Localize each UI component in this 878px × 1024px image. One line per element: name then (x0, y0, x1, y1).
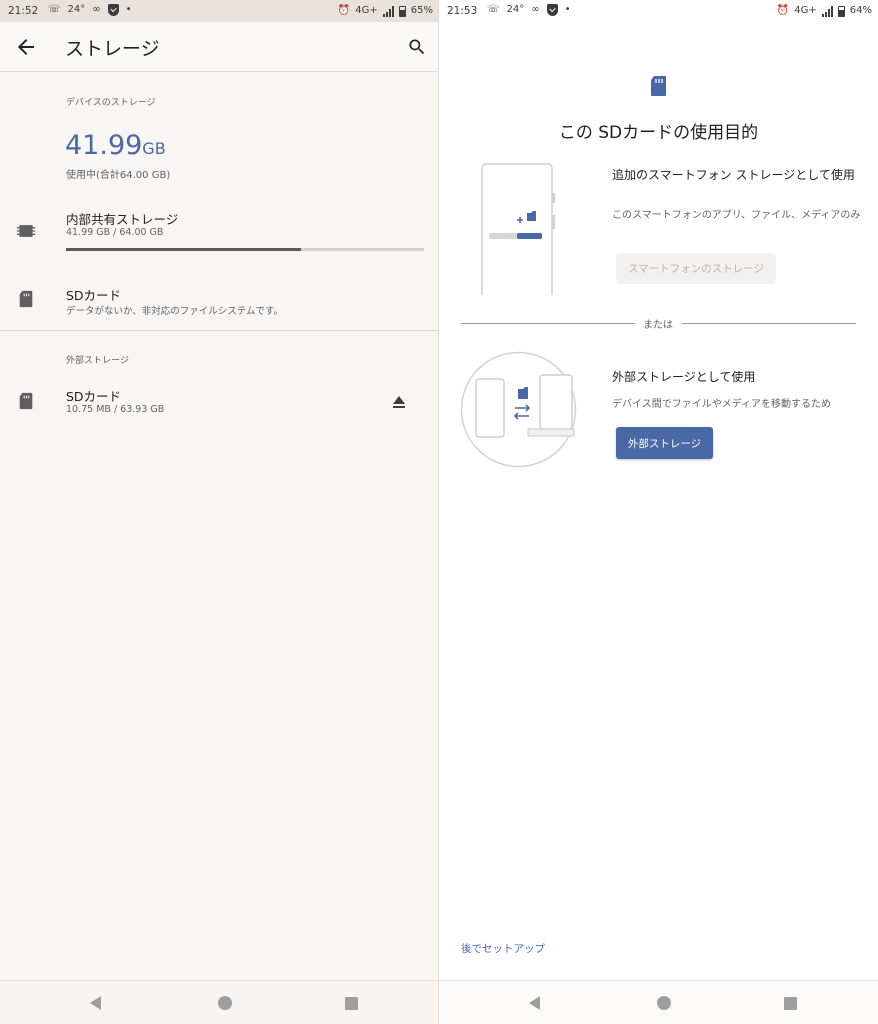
external-storage-section-label: 外部ストレージ (66, 356, 129, 366)
top-app-bar: ストレージ (0, 22, 439, 72)
memory-chip-icon (16, 225, 36, 237)
sd-card-icon (19, 290, 33, 308)
search-icon[interactable] (407, 37, 427, 57)
sd-card-setup-screen: 21:53 ☏ 24° ∞ • ⏰ 4G+ 64% この SDカードの使用目的 … (439, 0, 878, 1024)
internal-storage-progress-bar (66, 248, 424, 251)
shield-icon (107, 4, 119, 16)
nav-recents-icon[interactable] (784, 997, 797, 1010)
battery-icon (837, 5, 845, 17)
divider-line-right (682, 323, 856, 324)
setup-later-link[interactable]: 後でセットアップ (461, 941, 545, 956)
nav-back-icon[interactable] (529, 996, 540, 1010)
storage-screen: 21:52 ☏ 24° ∞ • ⏰ 4G+ 65% ストレージ デバイスのストレ… (0, 0, 439, 1024)
sd-card-icon (651, 76, 666, 96)
link-icon: ∞ (92, 4, 101, 15)
portable-storage-illustration (460, 351, 577, 468)
page-title: ストレージ (65, 38, 160, 60)
phone-storage-button[interactable]: スマートフォンのストレージ (616, 253, 776, 284)
status-time: 21:52 (8, 5, 39, 17)
weather-temperature: 24° (506, 4, 525, 15)
phone-storage-illustration (481, 163, 555, 295)
usage-unit: GB (142, 139, 166, 158)
alarm-icon: ⏰ (337, 5, 351, 16)
sd-card-icon (19, 392, 33, 410)
or-separator-text: または (643, 320, 673, 331)
signal-icon (382, 5, 394, 17)
notification-dot-icon: • (564, 4, 571, 15)
status-time: 21:53 (447, 5, 478, 17)
nav-home-icon[interactable] (218, 996, 232, 1010)
page-title: この SDカードの使用目的 (558, 123, 759, 143)
status-bar: 21:53 ☏ 24° ∞ • ⏰ 4G+ 64% (439, 0, 878, 22)
internal-storage-row[interactable]: 内部共有ストレージ 41.99 GB / 64.00 GB (0, 200, 439, 260)
navigation-bar (439, 980, 878, 1024)
portable-storage-button[interactable]: 外部ストレージ (616, 427, 713, 459)
internal-storage-progress-fill (66, 248, 301, 251)
external-sd-card-usage: 10.75 MB / 63.93 GB (66, 404, 165, 415)
back-arrow-icon[interactable] (14, 35, 38, 59)
usage-value: 41.99 (65, 130, 143, 161)
phone-storage-option-title: 追加のスマートフォン ストレージとして使用 (612, 168, 855, 182)
shield-icon (546, 4, 558, 16)
status-bar: 21:52 ☏ 24° ∞ • ⏰ 4G+ 65% (0, 0, 439, 22)
internal-storage-title: 内部共有ストレージ (66, 212, 179, 227)
navigation-bar (0, 980, 439, 1024)
phone-storage-option-description: このスマートフォンのアプリ、ファイル、メディアのみ (612, 210, 861, 221)
weather-temperature: 24° (67, 4, 86, 15)
storage-usage-summary: 41.99GB (65, 130, 166, 161)
nav-back-icon[interactable] (90, 996, 101, 1010)
network-type: 4G+ (794, 5, 817, 16)
wifi-calling-icon: ☏ (487, 4, 500, 15)
battery-icon (398, 5, 406, 17)
internal-storage-usage: 41.99 GB / 64.00 GB (66, 227, 164, 238)
alarm-icon: ⏰ (776, 5, 790, 16)
battery-percent: 65% (410, 5, 433, 16)
signal-icon (821, 5, 833, 17)
eject-icon[interactable] (392, 395, 406, 409)
sd-card-status: データがないか、非対応のファイルシステムです。 (66, 306, 284, 317)
battery-percent: 64% (849, 5, 872, 16)
device-storage-section-label: デバイスのストレージ (66, 98, 156, 108)
network-type: 4G+ (355, 5, 378, 16)
link-icon: ∞ (531, 4, 540, 15)
wifi-calling-icon: ☏ (48, 4, 61, 15)
portable-storage-option-title: 外部ストレージとして使用 (612, 370, 756, 384)
sd-card-external-row[interactable]: SDカード 10.75 MB / 63.93 GB (0, 378, 439, 426)
nav-home-icon[interactable] (657, 996, 671, 1010)
section-divider (0, 330, 439, 331)
nav-recents-icon[interactable] (345, 997, 358, 1010)
portable-storage-option-description: デバイス間でファイルやメディアを移動するため (612, 399, 831, 410)
sd-card-internal-row[interactable]: SDカード データがないか、非対応のファイルシステムです。 (0, 276, 439, 326)
external-sd-card-title: SDカード (66, 389, 122, 404)
sd-card-title: SDカード (66, 288, 122, 303)
usage-total: 使用中(合計64.00 GB) (66, 170, 171, 181)
divider-line-left (461, 323, 635, 324)
notification-dot-icon: • (125, 4, 132, 15)
